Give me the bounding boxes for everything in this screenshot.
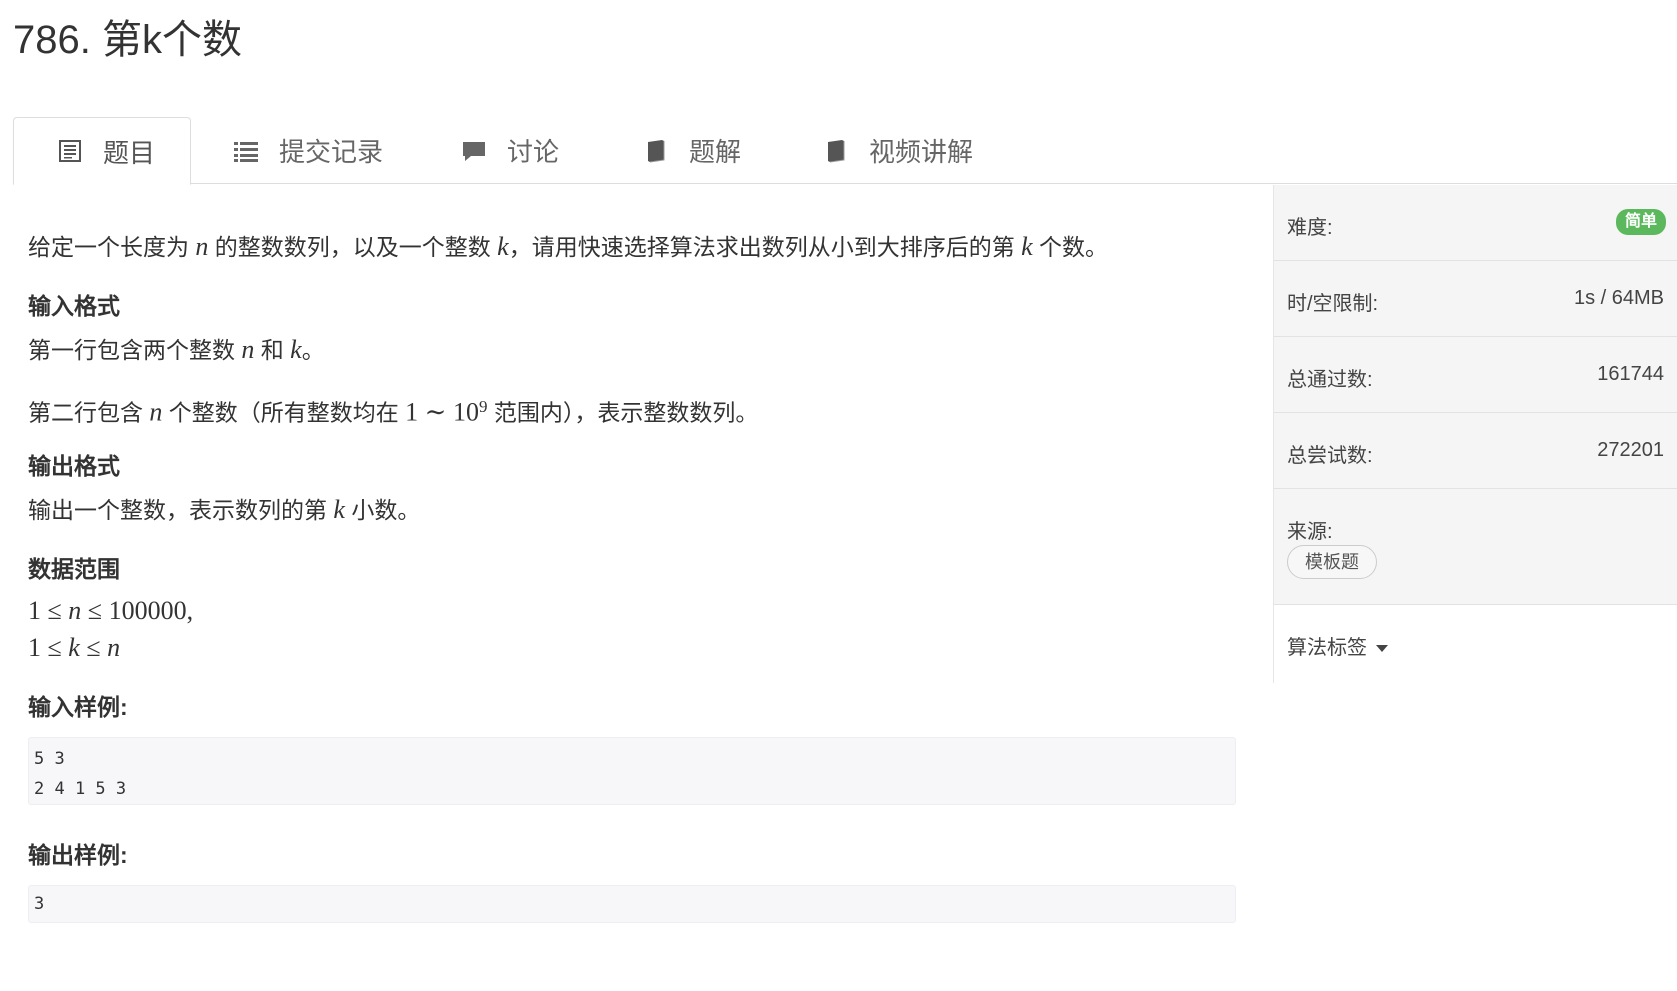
tab-label: 视频讲解 <box>869 137 974 167</box>
text: 第二行包含 <box>28 399 150 426</box>
math-n: n <box>68 596 82 625</box>
math-le: ≤ <box>81 596 109 625</box>
input-format-heading: 输入格式 <box>28 293 120 319</box>
data-range-line1: 1 ≤ n ≤ 100000, <box>28 594 193 628</box>
tab-submissions[interactable]: 提交记录 <box>233 117 383 184</box>
source-tag[interactable]: 模板题 <box>1287 545 1377 579</box>
text: 个整数（所有整数均在 <box>162 399 406 426</box>
math-k: k <box>290 335 302 364</box>
math-le: ≤ <box>41 633 69 662</box>
math-k: k <box>1021 232 1033 261</box>
data-range-heading: 数据范围 <box>28 556 120 582</box>
tab-label: 题目 <box>103 137 156 168</box>
tab-label: 讨论 <box>507 137 560 167</box>
math-k: k <box>333 495 345 524</box>
text: 的整数数列，以及一个整数 <box>208 234 498 260</box>
text: 小数。 <box>344 497 421 523</box>
difficulty-row: 难度: 简单 <box>1274 185 1677 261</box>
limit-value: 1s / 64MB <box>1573 287 1664 309</box>
problem-tabs: 题目 提交记录 讨论 题解 视频讲解 <box>13 117 1677 185</box>
tab-label: 题解 <box>689 137 742 167</box>
input-format-line1: 第一行包含两个整数 n 和 k。 <box>28 333 325 367</box>
math-le: ≤ <box>41 596 69 625</box>
tags-label: 算法标签 <box>1287 637 1367 659</box>
comment-icon <box>461 138 487 164</box>
text: 。 <box>301 337 325 363</box>
text: 给定一个长度为 <box>28 234 196 260</box>
sample-output-code[interactable]: 3 <box>28 885 1236 923</box>
text: ，请用快速选择算法求出数列从小到大排序后的第 <box>508 234 1022 260</box>
tab-video[interactable]: 视频讲解 <box>823 117 973 184</box>
passed-row: 总通过数: 161744 <box>1274 337 1677 413</box>
math-le: ≤ <box>79 633 108 662</box>
attempts-label: 总尝试数: <box>1287 445 1373 467</box>
text: 第一行包含两个整数 <box>28 337 242 363</box>
math-k: k <box>497 232 509 261</box>
text: 个数。 <box>1032 234 1109 260</box>
output-format-line: 输出一个整数，表示数列的第 k 小数。 <box>28 493 420 527</box>
sample-output-heading: 输出样例: <box>28 842 128 868</box>
math-max-n: 100000 <box>108 596 187 625</box>
math-n: n <box>241 335 255 364</box>
math-one: 1 <box>28 596 41 625</box>
sample-input-code[interactable]: 5 3 2 4 1 5 3 <box>28 737 1236 805</box>
math-k: k <box>68 633 80 662</box>
math-n: n <box>149 397 163 427</box>
tab-label: 提交记录 <box>279 137 384 167</box>
passed-value: 161744 <box>1597 363 1664 385</box>
tags-row: 算法标签 <box>1274 605 1677 683</box>
list-icon <box>233 138 259 164</box>
difficulty-label: 难度: <box>1287 217 1333 239</box>
text: 和 <box>254 337 291 363</box>
passed-label: 总通过数: <box>1287 369 1373 391</box>
math-one: 1 <box>28 633 41 662</box>
input-format-line2: 第二行包含 n 个整数（所有整数均在 1 ∼ 109 范围内），表示整数数列。 <box>28 390 758 430</box>
caret-down-icon <box>1375 645 1388 653</box>
limit-row: 时/空限制: 1s / 64MB <box>1274 261 1677 337</box>
problem-info-sidebar: 难度: 简单 时/空限制: 1s / 64MB 总通过数: 161744 总尝试… <box>1273 185 1677 683</box>
problem-description: 给定一个长度为 n 的整数数列，以及一个整数 k，请用快速选择算法求出数列从小到… <box>28 230 1108 264</box>
math-tilde: ∼ <box>418 397 453 427</box>
math-n: n <box>195 232 209 261</box>
algorithm-tags-toggle[interactable]: 算法标签 <box>1287 631 1388 660</box>
document-icon <box>57 138 83 164</box>
math-range-low: 1 <box>405 397 419 427</box>
tab-problem[interactable]: 题目 <box>13 117 191 185</box>
limit-label: 时/空限制: <box>1287 293 1379 315</box>
tab-solutions[interactable]: 题解 <box>643 117 741 184</box>
text: 范围内），表示整数数列。 <box>487 399 759 426</box>
problem-title: 786. 第k个数 <box>13 18 242 62</box>
text: 输出一个整数，表示数列的第 <box>28 497 334 523</box>
difficulty-badge: 简单 <box>1615 209 1666 235</box>
math-n: n <box>107 633 121 662</box>
output-format-heading: 输出格式 <box>28 453 120 479</box>
source-row: 来源: 模板题 <box>1274 489 1677 605</box>
attempts-row: 总尝试数: 272201 <box>1274 413 1677 489</box>
book-icon <box>823 138 849 164</box>
math-range-high: 10 <box>452 397 479 427</box>
tab-discussion[interactable]: 讨论 <box>461 117 559 184</box>
sample-input-heading: 输入样例: <box>28 694 128 720</box>
attempts-value: 272201 <box>1597 439 1664 461</box>
data-range-line2: 1 ≤ k ≤ n <box>28 631 120 665</box>
math-comma: , <box>186 596 194 625</box>
source-label: 来源: <box>1287 521 1333 543</box>
book-icon <box>643 138 669 164</box>
